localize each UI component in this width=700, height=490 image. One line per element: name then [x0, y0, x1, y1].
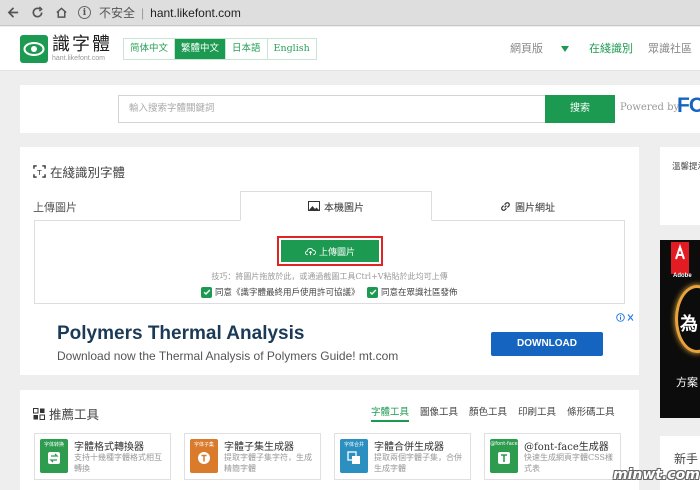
tool-name: 字體格式轉換器 — [74, 442, 144, 453]
agree-terms-label: 同意《識字體最終用戶使用許可協議》 — [215, 288, 360, 298]
home-icon[interactable] — [50, 2, 72, 24]
security-label: 不安全 — [99, 6, 136, 20]
agree-publish-checkbox[interactable]: 同意在眾識社區發佈 — [367, 286, 458, 298]
tab-local-image[interactable]: 本機圖片 — [240, 191, 432, 221]
agree-terms-checkbox[interactable]: 同意《識字體最終用戶使用許可協議》 — [201, 286, 360, 298]
tool-font-subset[interactable]: 字体子集 字體子集生成器 提取字體子集字符，生成精簡字體 — [184, 433, 321, 480]
tool-desc: 快速生成網頁字體CSS樣式表 — [524, 453, 613, 473]
ad-title[interactable]: Polymers Thermal Analysis — [57, 323, 304, 345]
address-separator: | — [141, 5, 145, 20]
subset-icon: 字体子集 — [190, 439, 218, 473]
tab-upload-image[interactable]: 上傳圖片 — [33, 199, 77, 215]
grid-icon — [33, 407, 45, 420]
checkbox-checked-icon[interactable] — [367, 286, 378, 298]
ad-download-button[interactable]: DOWNLOAD — [491, 332, 603, 356]
agree-publish-label: 同意在眾識社區發佈 — [381, 288, 458, 298]
tools-title-text: 推薦工具 — [49, 407, 100, 422]
chevron-down-icon[interactable] — [561, 46, 569, 52]
site-logo[interactable]: 識字體 hant.likefont.com — [20, 35, 112, 63]
tool-font-merge[interactable]: 字体合并 字體合併生成器 提取兩個字體子集，合併生成字體 — [334, 433, 471, 480]
search-card: 輸入搜索字體關鍵詞 搜索 Powered by FO ✕ — [20, 85, 700, 133]
ad-subtitle[interactable]: Download now the Thermal Analysis of Pol… — [57, 349, 398, 363]
upload-button[interactable]: 上傳圖片 — [281, 240, 379, 262]
tools-tabs: 字體工具 圖像工具 顏色工具 印刷工具 條形碼工具 — [371, 404, 626, 422]
tools-title: 推薦工具 — [33, 404, 99, 423]
convert-icon: 字体转换 — [40, 439, 68, 473]
info-icon[interactable]: i — [78, 6, 91, 19]
recommended-tools-card: 推薦工具 字體工具 圖像工具 顏色工具 印刷工具 條形碼工具 字体转换 字體格式… — [20, 390, 639, 490]
upload-button-highlight: 上傳圖片 — [277, 236, 383, 266]
logo-title: 識字體 — [52, 34, 112, 55]
tools-tab-barcode[interactable]: 條形碼工具 — [567, 404, 615, 422]
fontface-icon: @font-face — [490, 439, 518, 473]
nav-online-recognition[interactable]: 在綫識別 — [589, 40, 633, 56]
image-icon — [308, 201, 320, 211]
ad-big-text: 為 — [680, 314, 698, 335]
lang-traditional[interactable]: 繁體中文 — [175, 39, 227, 59]
tips-title: 溫馨提示 — [672, 162, 700, 172]
tools-tab-image[interactable]: 圖像工具 — [420, 404, 458, 422]
watermark: minwt.com — [613, 467, 700, 483]
back-icon[interactable] — [2, 2, 24, 24]
address-bar[interactable]: i 不安全 | hant.likefont.com — [78, 4, 241, 21]
site-header: 識字體 hant.likefont.com 简体中文 繁體中文 日本語 Engl… — [0, 27, 700, 71]
tools-tab-font[interactable]: 字體工具 — [371, 404, 410, 422]
tools-tab-print[interactable]: 印刷工具 — [518, 404, 556, 422]
link-icon — [501, 202, 510, 211]
checkbox-checked-icon[interactable] — [201, 286, 212, 298]
tool-font-converter[interactable]: 字体转换 字體格式轉換器 支持十幾種字體格式相互轉換 — [34, 433, 171, 480]
lang-japanese[interactable]: 日本語 — [226, 39, 268, 59]
cloud-upload-icon — [305, 247, 316, 255]
search-input[interactable]: 輸入搜索字體關鍵詞 — [118, 95, 546, 123]
tool-desc: 支持十幾種字體格式相互轉換 — [74, 453, 162, 473]
reload-icon[interactable] — [26, 2, 48, 24]
tool-name: 字體子集生成器 — [224, 442, 294, 453]
logo-subtitle: hant.likefont.com — [52, 55, 105, 62]
language-switcher: 简体中文 繁體中文 日本語 English — [123, 38, 317, 60]
ad-small-text: 方案 — [676, 376, 698, 389]
merge-icon: 字体合并 — [340, 439, 368, 473]
adobe-ad-banner[interactable]: Adobe 為 方案 — [660, 240, 700, 418]
scan-icon: T — [33, 165, 46, 178]
url-text[interactable]: hant.likefont.com — [150, 6, 241, 20]
svg-text:T: T — [36, 168, 42, 177]
recognition-card: T 在綫識別字體 上傳圖片 本機圖片 圖片網址 上傳圖片 技巧：將圖片拖放於此，… — [20, 147, 639, 375]
search-button[interactable]: 搜索 — [545, 95, 615, 123]
adobe-logo-icon — [671, 242, 689, 274]
tool-name: 字體合併生成器 — [374, 442, 444, 453]
tab-image-url[interactable]: 圖片網址 — [500, 199, 555, 214]
tab-url-label: 圖片網址 — [515, 203, 555, 214]
lang-english[interactable]: English — [267, 39, 316, 59]
card-title-text: 在綫識別字體 — [50, 165, 126, 180]
tab-local-label: 本機圖片 — [324, 202, 364, 214]
browser-toolbar: i 不安全 | hant.likefont.com — [0, 0, 700, 26]
ad-info-icon[interactable] — [616, 313, 636, 324]
tool-desc: 提取兩個字體子集，合併生成字體 — [374, 453, 462, 473]
nav-web-version[interactable]: 網頁版 — [510, 40, 543, 56]
lang-simplified[interactable]: 简体中文 — [124, 39, 176, 59]
tool-fontface-generator[interactable]: @font-face @font-face生成器 快速生成網頁字體CSS樣式表 — [484, 433, 621, 480]
tool-desc: 提取字體子集字符，生成精簡字體 — [224, 453, 312, 473]
nav-community[interactable]: 眾識社區 — [648, 40, 692, 56]
upload-button-label: 上傳圖片 — [318, 247, 355, 258]
powered-by-label: Powered by — [620, 102, 680, 113]
upload-tip: 技巧：將圖片拖放於此，或通過截圖工具Ctrl+V粘貼於此均可上傳 — [211, 272, 448, 281]
card-title: T 在綫識別字體 — [33, 162, 125, 181]
eye-logo-icon — [20, 35, 48, 63]
sponsor-logo[interactable]: FO — [677, 94, 700, 118]
tips-card: 溫馨提示 — [660, 147, 700, 225]
adobe-label: Adobe — [673, 273, 692, 279]
tool-name: @font-face生成器 — [524, 442, 609, 453]
beginner-title: 新手 — [674, 452, 699, 466]
tools-tab-color[interactable]: 顏色工具 — [469, 404, 507, 422]
